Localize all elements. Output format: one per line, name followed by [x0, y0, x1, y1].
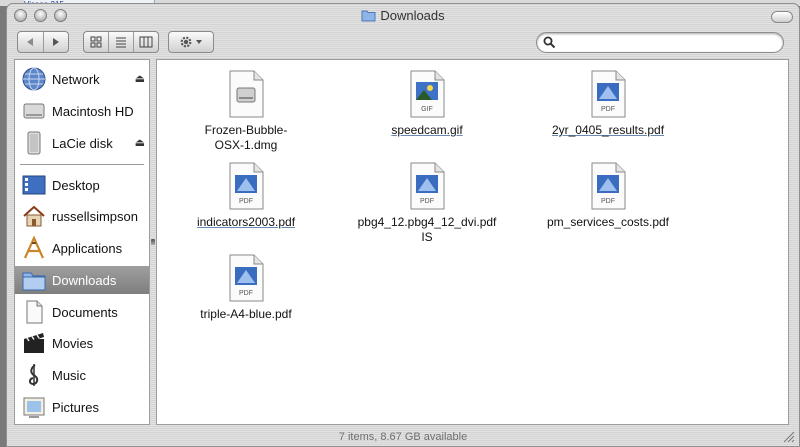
folder-icon	[361, 10, 376, 22]
downloads-folder-icon	[22, 272, 46, 291]
sidebar-item-desktop[interactable]: Desktop	[15, 171, 149, 199]
column-view-icon	[139, 36, 153, 48]
sidebar-item-home[interactable]: russellsimpson	[15, 202, 149, 230]
sidebar-divider	[20, 164, 144, 165]
eject-icon[interactable]: ⏏	[135, 136, 145, 149]
status-bar: 7 items, 8.67 GB available	[338, 431, 468, 443]
file-item[interactable]: PDF pm_services_costs.pdf	[533, 162, 683, 230]
column-view-button[interactable]	[134, 32, 158, 52]
pictures-icon	[23, 397, 45, 418]
file-name: indicators2003.pdf	[196, 215, 296, 229]
desktop-icon	[22, 175, 46, 195]
sidebar-item-label: russellsimpson	[52, 208, 138, 224]
toolbar-toggle-button[interactable]	[771, 11, 793, 23]
pdf-file-icon: PDF	[591, 162, 626, 210]
finder-window: Downloads Network ⏏ Macintosh HD LaCie d…	[6, 3, 800, 447]
search-input[interactable]	[559, 35, 778, 52]
gif-file-icon: GIF	[410, 70, 445, 118]
navigation-buttons	[17, 31, 69, 53]
svg-text:GIF: GIF	[421, 106, 433, 113]
music-icon	[29, 364, 39, 386]
list-view-icon	[116, 37, 126, 48]
sidebar-item-label: Pictures	[52, 399, 99, 415]
sidebar-item-macintosh-hd[interactable]: Macintosh HD	[15, 97, 149, 125]
svg-text:PDF: PDF	[420, 198, 434, 205]
sidebar-item-label: Desktop	[52, 177, 100, 193]
sidebar-item-pictures[interactable]: Pictures	[15, 393, 149, 421]
sidebar-item-music[interactable]: Music	[15, 361, 149, 389]
sidebar-item-label: Network	[52, 71, 100, 87]
forward-button[interactable]	[44, 32, 69, 52]
search-field[interactable]	[536, 32, 784, 53]
sidebar-item-network[interactable]: Network ⏏	[15, 65, 149, 93]
svg-text:PDF: PDF	[239, 198, 253, 205]
sidebar-item-label: Macintosh HD	[52, 103, 134, 119]
sidebar-item-label: Downloads	[52, 272, 117, 288]
file-name: speedcam.gif	[391, 123, 463, 137]
back-button[interactable]	[18, 32, 44, 52]
view-mode-buttons	[83, 31, 159, 53]
pdf-file-icon: PDF	[229, 162, 264, 210]
gear-icon	[180, 36, 202, 48]
applications-icon	[23, 235, 45, 259]
svg-text:PDF: PDF	[601, 198, 615, 205]
file-item[interactable]: GIF speedcam.gif	[352, 70, 502, 138]
file-item[interactable]: PDF pbg4_12.pbg4_12_dvi.pdf IS	[352, 162, 502, 245]
window-title-text: Downloads	[380, 8, 445, 23]
resize-grip-icon[interactable]	[781, 429, 795, 443]
title-bar[interactable]: Downloads	[7, 4, 799, 30]
search-icon	[543, 36, 556, 49]
chevron-down-icon	[196, 40, 202, 44]
sidebar-item-applications[interactable]: Applications	[15, 234, 149, 262]
icon-view-button[interactable]	[84, 32, 109, 52]
external-drive-icon	[27, 131, 41, 155]
pdf-file-icon: PDF	[410, 162, 445, 210]
hard-drive-icon	[23, 103, 45, 119]
window-title: Downloads	[7, 8, 799, 23]
file-item[interactable]: PDF triple-A4-blue.pdf	[171, 254, 321, 322]
disk-image-file-icon	[229, 70, 264, 118]
file-icon-view: Frozen-Bubble- OSX-1.dmg GIF speedcam.gif	[156, 59, 789, 425]
file-name: triple-A4-blue.pdf	[200, 307, 292, 321]
action-menu-segment[interactable]	[169, 32, 213, 52]
sidebar: Network ⏏ Macintosh HD LaCie disk ⏏ Desk…	[14, 59, 150, 425]
file-item[interactable]: Frozen-Bubble- OSX-1.dmg	[171, 70, 321, 153]
back-arrow-icon	[27, 38, 34, 46]
file-name: 2yr_0405_results.pdf	[551, 123, 665, 137]
file-item[interactable]: PDF indicators2003.pdf	[171, 162, 321, 230]
sidebar-item-lacie-disk[interactable]: LaCie disk ⏏	[15, 129, 149, 157]
globe-icon	[22, 67, 46, 91]
svg-text:PDF: PDF	[601, 106, 615, 113]
sidebar-item-label: Movies	[52, 335, 94, 351]
sidebar-item-documents[interactable]: Documents	[15, 298, 149, 326]
svg-text:PDF: PDF	[239, 290, 253, 297]
sidebar-item-label: LaCie disk	[52, 135, 113, 151]
sidebar-item-label: Documents	[52, 304, 118, 320]
sidebar-item-movies[interactable]: Movies	[15, 329, 149, 357]
pdf-file-icon: PDF	[591, 70, 626, 118]
documents-icon	[26, 300, 43, 324]
file-item[interactable]: PDF 2yr_0405_results.pdf	[533, 70, 683, 138]
home-icon	[23, 205, 45, 227]
list-view-button[interactable]	[109, 32, 134, 52]
action-menu-button[interactable]	[168, 31, 214, 53]
sidebar-item-label: Applications	[52, 240, 123, 256]
eject-icon[interactable]: ⏏	[135, 72, 145, 85]
sidebar-item-downloads[interactable]: Downloads	[15, 266, 149, 294]
file-name: pm_services_costs.pdf	[546, 215, 670, 229]
pdf-file-icon: PDF	[229, 254, 264, 302]
file-name: Frozen-Bubble- OSX-1.dmg	[204, 123, 288, 152]
file-name: pbg4_12.pbg4_12_dvi.pdf IS	[357, 215, 497, 244]
sidebar-item-label: Music	[52, 367, 86, 383]
icon-view-icon	[90, 36, 102, 48]
forward-arrow-icon	[52, 38, 59, 46]
movies-icon	[24, 333, 44, 353]
